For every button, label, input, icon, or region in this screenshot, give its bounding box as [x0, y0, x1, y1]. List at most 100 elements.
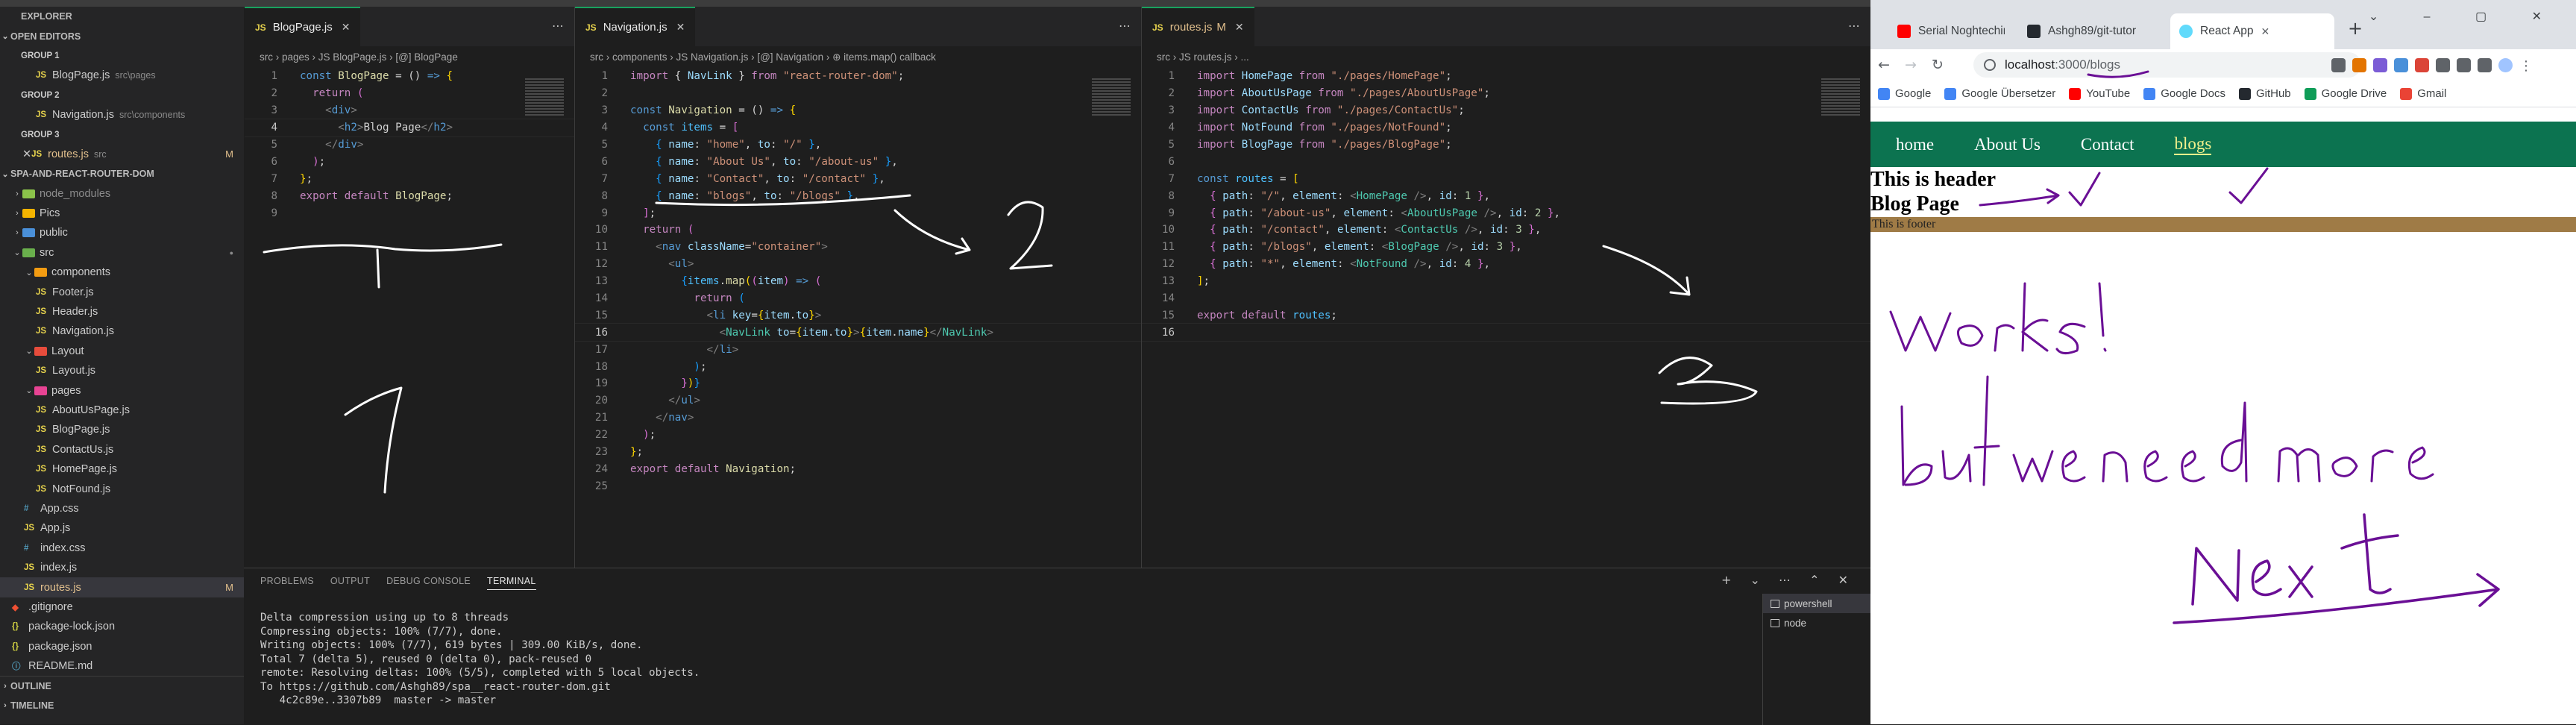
minimap[interactable] [1092, 78, 1131, 116]
chevron-down-icon[interactable]: ⌄ [0, 169, 10, 179]
nav-link-home[interactable]: home [1896, 135, 1934, 154]
folder-item[interactable]: ⌄ Layout [0, 342, 244, 361]
chevron-down-icon[interactable]: ⌄ [12, 248, 22, 257]
forward-arrow-icon[interactable]: → [1897, 57, 1924, 73]
file-item[interactable]: ◆ .gitignore [0, 597, 244, 617]
file-item[interactable]: JS Navigation.js [0, 321, 244, 341]
chevron-right-icon[interactable]: › [0, 701, 10, 710]
file-item[interactable]: JS ContactUs.js [0, 440, 244, 459]
breadcrumb[interactable]: src › components › JS Navigation.js › [@… [575, 46, 1141, 68]
folder-item[interactable]: › node_modules [0, 184, 244, 204]
bookmark-item[interactable]: Google Drive [2304, 87, 2387, 100]
folder-item[interactable]: ⌄ pages [0, 380, 244, 400]
breadcrumb[interactable]: src › pages › JS BlogPage.js › [@] BlogP… [245, 46, 574, 68]
file-item[interactable]: ⓘ README.md [0, 656, 244, 676]
folder-item[interactable]: ⌄ components [0, 263, 244, 282]
file-item[interactable]: JS App.js [0, 518, 244, 538]
extension-icon[interactable] [2352, 58, 2366, 72]
browser-tab[interactable]: Ashgh89/git-tutor✕ [2018, 13, 2137, 49]
bookmark-item[interactable]: Google Übersetzer [1944, 87, 2055, 100]
bookmark-item[interactable]: GitHub [2238, 87, 2291, 100]
bookmark-item[interactable]: Gmail [2400, 87, 2446, 100]
chevron-down-icon[interactable]: ⌄ [24, 346, 34, 356]
more-actions-icon[interactable]: ⋯ [1119, 19, 1131, 33]
open-editors-header[interactable]: ⌄ OPEN EDITORS [0, 26, 244, 45]
close-icon[interactable]: ✕ [2261, 25, 2270, 38]
open-editor-item[interactable]: ✕ JS routes.js src M [0, 145, 244, 164]
extension-icon[interactable] [2394, 58, 2408, 72]
code-area[interactable]: 1 import { NavLink } from "react-router-d… [575, 68, 1141, 568]
open-editor-item[interactable]: JS Navigation.js src\components [0, 105, 244, 125]
bookmark-item[interactable]: Google Docs [2143, 87, 2225, 100]
chevron-down-icon[interactable]: ⌄ [24, 386, 34, 395]
chevron-right-icon[interactable]: › [0, 682, 10, 691]
panel-tab-problems[interactable]: PROBLEMS [260, 576, 314, 586]
close-icon[interactable]: ✕ [676, 21, 685, 34]
panel-tab-debug-console[interactable]: DEBUG CONSOLE [386, 576, 471, 586]
new-tab-icon[interactable]: + [2348, 18, 2363, 39]
chevron-right-icon[interactable]: › [12, 228, 22, 237]
bookmark-item[interactable]: Google [1878, 87, 1931, 100]
terminal-instance[interactable]: powershell [1763, 594, 1870, 613]
chevron-right-icon[interactable]: › [12, 189, 22, 198]
back-arrow-icon[interactable]: ← [1870, 57, 1897, 73]
panel-tab-output[interactable]: OUTPUT [330, 576, 370, 586]
extension-icon[interactable] [2331, 58, 2346, 72]
file-item[interactable]: # App.css [0, 499, 244, 518]
editor-tab[interactable]: JS Navigation.js ✕ [575, 7, 696, 46]
close-icon[interactable]: ✕ [342, 21, 351, 34]
minimap[interactable] [525, 78, 564, 116]
close-icon[interactable]: ✕ [22, 148, 31, 160]
folder-item[interactable]: › public [0, 223, 244, 242]
panel-actions[interactable]: + ⌄ ⋯ ⌃ ✕ [1721, 573, 1856, 587]
menu-icon[interactable]: ⋮ [2519, 58, 2533, 74]
file-item[interactable]: {} package.json [0, 637, 244, 656]
file-item[interactable]: JS AboutUsPage.js [0, 401, 244, 420]
extension-icon[interactable] [2415, 58, 2429, 72]
timeline-header[interactable]: › TIMELINE [0, 696, 244, 715]
nav-link-contact[interactable]: Contact [2081, 135, 2134, 154]
bookmark-item[interactable]: YouTube [2069, 87, 2130, 100]
panel-tab-terminal[interactable]: TERMINAL [487, 572, 536, 590]
file-item[interactable]: JS BlogPage.js [0, 420, 244, 439]
close-icon[interactable]: ✕ [1235, 21, 1244, 34]
browser-tab[interactable]: React App ✕ [2170, 13, 2334, 49]
extension-icon[interactable] [2457, 58, 2471, 72]
terminal-output[interactable]: Delta compression using up to 8 threads C… [260, 612, 700, 709]
chevron-right-icon[interactable]: › [12, 209, 22, 218]
project-header[interactable]: ⌄ SPA-AND-REACT-ROUTER-DOM [0, 164, 244, 183]
open-editor-item[interactable]: JS BlogPage.js src\pages [0, 66, 244, 85]
file-item[interactable]: JS Layout.js [0, 361, 244, 380]
window-controls[interactable]: ⌄ – ▢ ✕ [2369, 9, 2563, 24]
file-item[interactable]: JS Header.js [0, 302, 244, 321]
nav-link-blogs[interactable]: blogs [2174, 134, 2212, 155]
extension-icon[interactable] [2436, 58, 2450, 72]
more-actions-icon[interactable]: ⋯ [1848, 19, 1860, 33]
file-item[interactable]: JS HomePage.js [0, 459, 244, 479]
file-item[interactable]: JS NotFound.js [0, 479, 244, 498]
chevron-down-icon[interactable]: ⌄ [0, 31, 10, 41]
more-actions-icon[interactable]: ⋯ [552, 19, 564, 33]
file-item[interactable]: JS index.js [0, 558, 244, 577]
folder-item[interactable]: ⌄ src ● [0, 243, 244, 263]
breadcrumb[interactable]: src › JS routes.js › ... [1142, 46, 1870, 68]
extension-icon[interactable] [2478, 58, 2492, 72]
minimap[interactable] [1821, 78, 1860, 116]
address-bar[interactable]: localhost:3000/blogs [1973, 52, 2361, 78]
editor-tab[interactable]: JS routes.js M ✕ [1142, 7, 1254, 46]
file-item[interactable]: JS Footer.js [0, 282, 244, 301]
extension-icon[interactable] [2498, 58, 2513, 72]
editor-tab[interactable]: JS BlogPage.js ✕ [245, 7, 361, 46]
folder-item[interactable]: › Pics [0, 204, 244, 223]
chevron-down-icon[interactable]: ⌄ [24, 268, 34, 277]
extension-icon[interactable] [2373, 58, 2387, 72]
terminal-instance[interactable]: node [1763, 613, 1870, 633]
reload-icon[interactable]: ↻ [1924, 57, 1951, 73]
file-item[interactable]: # index.css [0, 539, 244, 558]
browser-tab[interactable]: Serial Noghtechin✕ [1888, 13, 2005, 49]
outline-header[interactable]: › OUTLINE [0, 676, 244, 695]
site-info-icon[interactable] [1984, 59, 1996, 71]
file-item[interactable]: {} package-lock.json [0, 617, 244, 636]
file-item[interactable]: JS routes.js M [0, 577, 244, 597]
nav-link-about-us[interactable]: About Us [1974, 135, 2041, 154]
